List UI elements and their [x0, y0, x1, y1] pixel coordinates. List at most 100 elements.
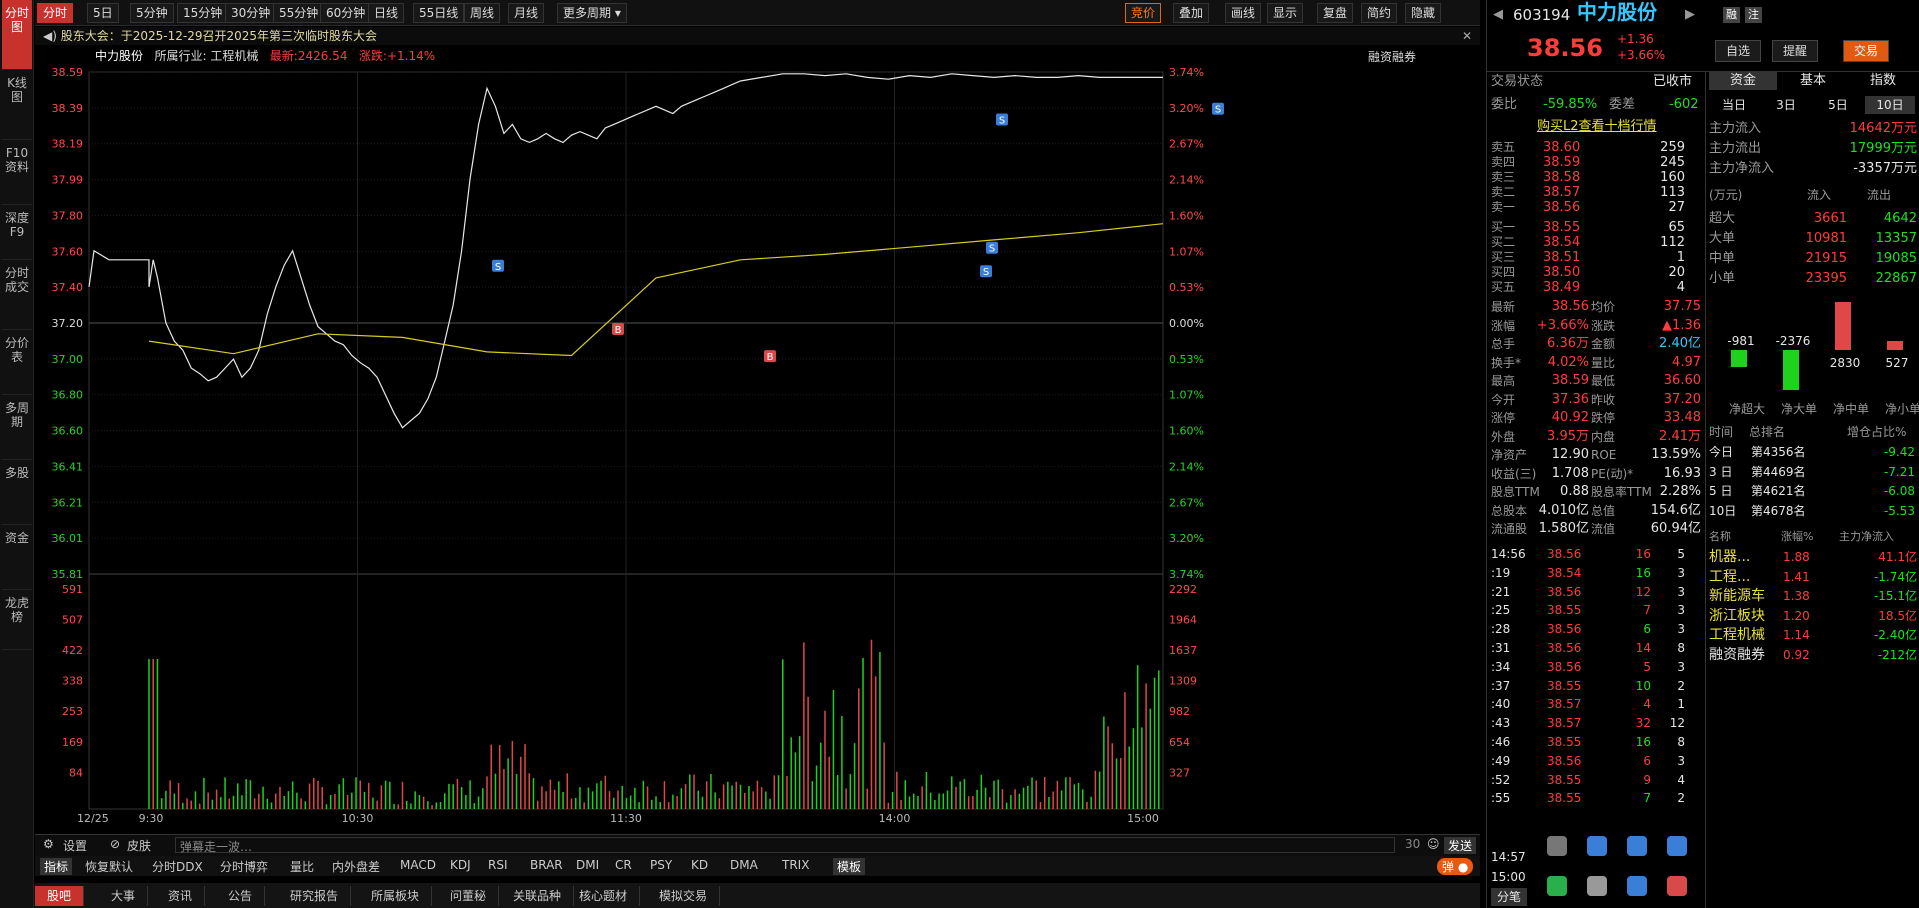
period-tab-5[interactable]: 55分钟 — [273, 3, 325, 23]
day-tab-3[interactable]: 10日 — [1865, 96, 1915, 114]
bottom-tab-0[interactable]: 股吧 — [35, 886, 85, 906]
app-icon[interactable] — [1667, 876, 1687, 896]
rzrq-label[interactable]: 融资融券 — [1368, 48, 1416, 65]
indicator-11[interactable]: CR — [615, 858, 632, 872]
sector-name[interactable]: 新能源车 — [1709, 587, 1765, 605]
back-icon[interactable]: ◀ — [1493, 6, 1503, 24]
nav-2[interactable]: F10资料 — [2, 140, 32, 205]
nav-0[interactable]: 分时图 — [2, 0, 32, 70]
vol-tick: 591 — [62, 583, 83, 596]
app-icon[interactable] — [1667, 836, 1687, 856]
announcement-bar[interactable]: ◀) 股东大会：于2025-12-29召开2025年第三次临时股东大会 ✕ — [35, 27, 1480, 45]
day-tab-1[interactable]: 3日 — [1761, 96, 1811, 114]
nav-7[interactable]: 多股 — [2, 460, 32, 525]
skin-button[interactable]: 皮肤 — [127, 837, 151, 854]
tick-price: 38.55 — [1547, 735, 1582, 749]
app-icon[interactable] — [1627, 836, 1647, 856]
tool-0[interactable]: 竞价 — [1125, 3, 1162, 23]
period-tab-11[interactable]: 更多周期 ▾ — [557, 3, 627, 23]
quote-btn-1[interactable]: 提醒 — [1772, 40, 1819, 62]
bottom-tab-4[interactable]: 研究报告 — [278, 886, 352, 906]
indicator-15[interactable]: TRIX — [782, 858, 809, 872]
tool-4[interactable]: 复盘 — [1317, 3, 1354, 23]
period-tab-8[interactable]: 55日线 — [413, 3, 465, 23]
sector-name[interactable]: 工程机械 — [1709, 626, 1765, 644]
indicator-2[interactable]: 分时DDX — [152, 858, 203, 875]
sector-name[interactable]: 工程... — [1709, 568, 1750, 586]
bottom-tab-8[interactable]: 核心题材 — [567, 886, 641, 906]
send-button[interactable]: 发送 — [1444, 837, 1477, 854]
tool-1[interactable]: 叠加 — [1173, 3, 1210, 23]
app-icon[interactable] — [1587, 836, 1607, 856]
nav-8[interactable]: 资金 — [2, 525, 32, 590]
tool-3[interactable]: 显示 — [1267, 3, 1304, 23]
danmu-toggle[interactable]: 弹 ● — [1437, 858, 1474, 875]
l2-link[interactable]: 购买L2查看十档行情 — [1537, 118, 1657, 136]
bottom-tab-7[interactable]: 关联品种 — [501, 886, 575, 906]
period-tab-9[interactable]: 周线 — [464, 3, 501, 23]
app-icon[interactable] — [1547, 836, 1567, 856]
indicator-7[interactable]: KDJ — [450, 858, 471, 872]
day-tab-0[interactable]: 当日 — [1709, 96, 1759, 114]
indicator-12[interactable]: PSY — [650, 858, 672, 872]
close-icon[interactable]: ✕ — [1462, 27, 1472, 45]
tool-2[interactable]: 画线 — [1225, 3, 1262, 23]
app-icon[interactable] — [1587, 876, 1607, 896]
indicator-5[interactable]: 内外盘差 — [332, 858, 380, 875]
nav-1[interactable]: K线图 — [2, 70, 32, 140]
bottom-tab-6[interactable]: 问董秘 — [438, 886, 500, 906]
fenbi-tab[interactable]: 分笔 — [1491, 888, 1528, 906]
indicator-3[interactable]: 分时博弈 — [220, 858, 268, 875]
fund-tab-2[interactable]: 指数 — [1849, 72, 1917, 90]
indicator-4[interactable]: 量比 — [290, 858, 314, 875]
settings-button[interactable]: 设置 — [63, 837, 87, 854]
indicator-16[interactable]: 模板 — [833, 858, 866, 875]
indicator-0[interactable]: 指标 — [40, 858, 73, 875]
nav-5[interactable]: 分价表 — [2, 330, 32, 395]
indicator-10[interactable]: DMI — [576, 858, 599, 872]
tool-5[interactable]: 简约 — [1361, 3, 1398, 23]
app-icon[interactable] — [1627, 876, 1647, 896]
fund-tab-0[interactable]: 资金 — [1709, 72, 1777, 90]
nav-6[interactable]: 多周期 — [2, 395, 32, 460]
industry[interactable]: 所属行业: 工程机械 — [154, 49, 258, 63]
period-tab-2[interactable]: 5分钟 — [130, 3, 174, 23]
intraday-chart[interactable]: 38.59 38.39 38.19 37.99 37.80 37.60 37.40 37.20… — [35, 64, 1480, 834]
gear-icon[interactable]: ⚙ — [43, 837, 54, 851]
period-tab-10[interactable]: 月线 — [508, 3, 545, 23]
period-tab-6[interactable]: 60分钟 — [320, 3, 372, 23]
nav-9[interactable]: 龙虎榜 — [2, 590, 32, 650]
indicator-14[interactable]: DMA — [730, 858, 758, 872]
day-tab-2[interactable]: 5日 — [1813, 96, 1863, 114]
bottom-tab-2[interactable]: 资讯 — [156, 886, 206, 906]
nav-4[interactable]: 分时成交 — [2, 260, 32, 330]
indicator-8[interactable]: RSI — [488, 858, 508, 872]
period-tab-7[interactable]: 日线 — [368, 3, 405, 23]
app-icon[interactable] — [1547, 876, 1567, 896]
tool-6[interactable]: 隐藏 — [1405, 3, 1442, 23]
indicator-1[interactable]: 恢复默认 — [85, 858, 133, 875]
period-tab-1[interactable]: 5日 — [87, 3, 119, 23]
period-tab-3[interactable]: 15分钟 — [177, 3, 229, 23]
sector-name[interactable]: 浙江板块 — [1709, 607, 1765, 625]
sector-name[interactable]: 机器... — [1709, 548, 1750, 566]
fund-tab-1[interactable]: 基本 — [1779, 72, 1847, 90]
skin-icon[interactable]: ⊘ — [110, 837, 120, 851]
period-tab-0[interactable]: 分时 — [37, 3, 74, 23]
bottom-tab-1[interactable]: 大事 — [99, 886, 149, 906]
quote-btn-0[interactable]: 自选 — [1715, 40, 1762, 62]
indicator-13[interactable]: KD — [691, 858, 708, 872]
net-bar-label: 净小单 — [1884, 402, 1919, 416]
quote-btn-2[interactable]: 交易 — [1843, 40, 1890, 62]
bottom-tab-9[interactable]: 模拟交易 — [647, 886, 721, 906]
bottom-tab-5[interactable]: 所属板块 — [359, 886, 433, 906]
sector-name[interactable]: 融资融券 — [1709, 646, 1765, 664]
danmu-input[interactable]: 弹幕走一波… — [175, 837, 1395, 854]
period-tab-4[interactable]: 30分钟 — [225, 3, 277, 23]
indicator-9[interactable]: BRAR — [530, 858, 563, 872]
indicator-6[interactable]: MACD — [400, 858, 436, 872]
emoji-icon[interactable]: ☺ — [1427, 837, 1440, 851]
bottom-tab-3[interactable]: 公告 — [216, 886, 266, 906]
nav-3[interactable]: 深度F9 — [2, 205, 32, 260]
forward-icon[interactable]: ▶ — [1685, 6, 1695, 24]
